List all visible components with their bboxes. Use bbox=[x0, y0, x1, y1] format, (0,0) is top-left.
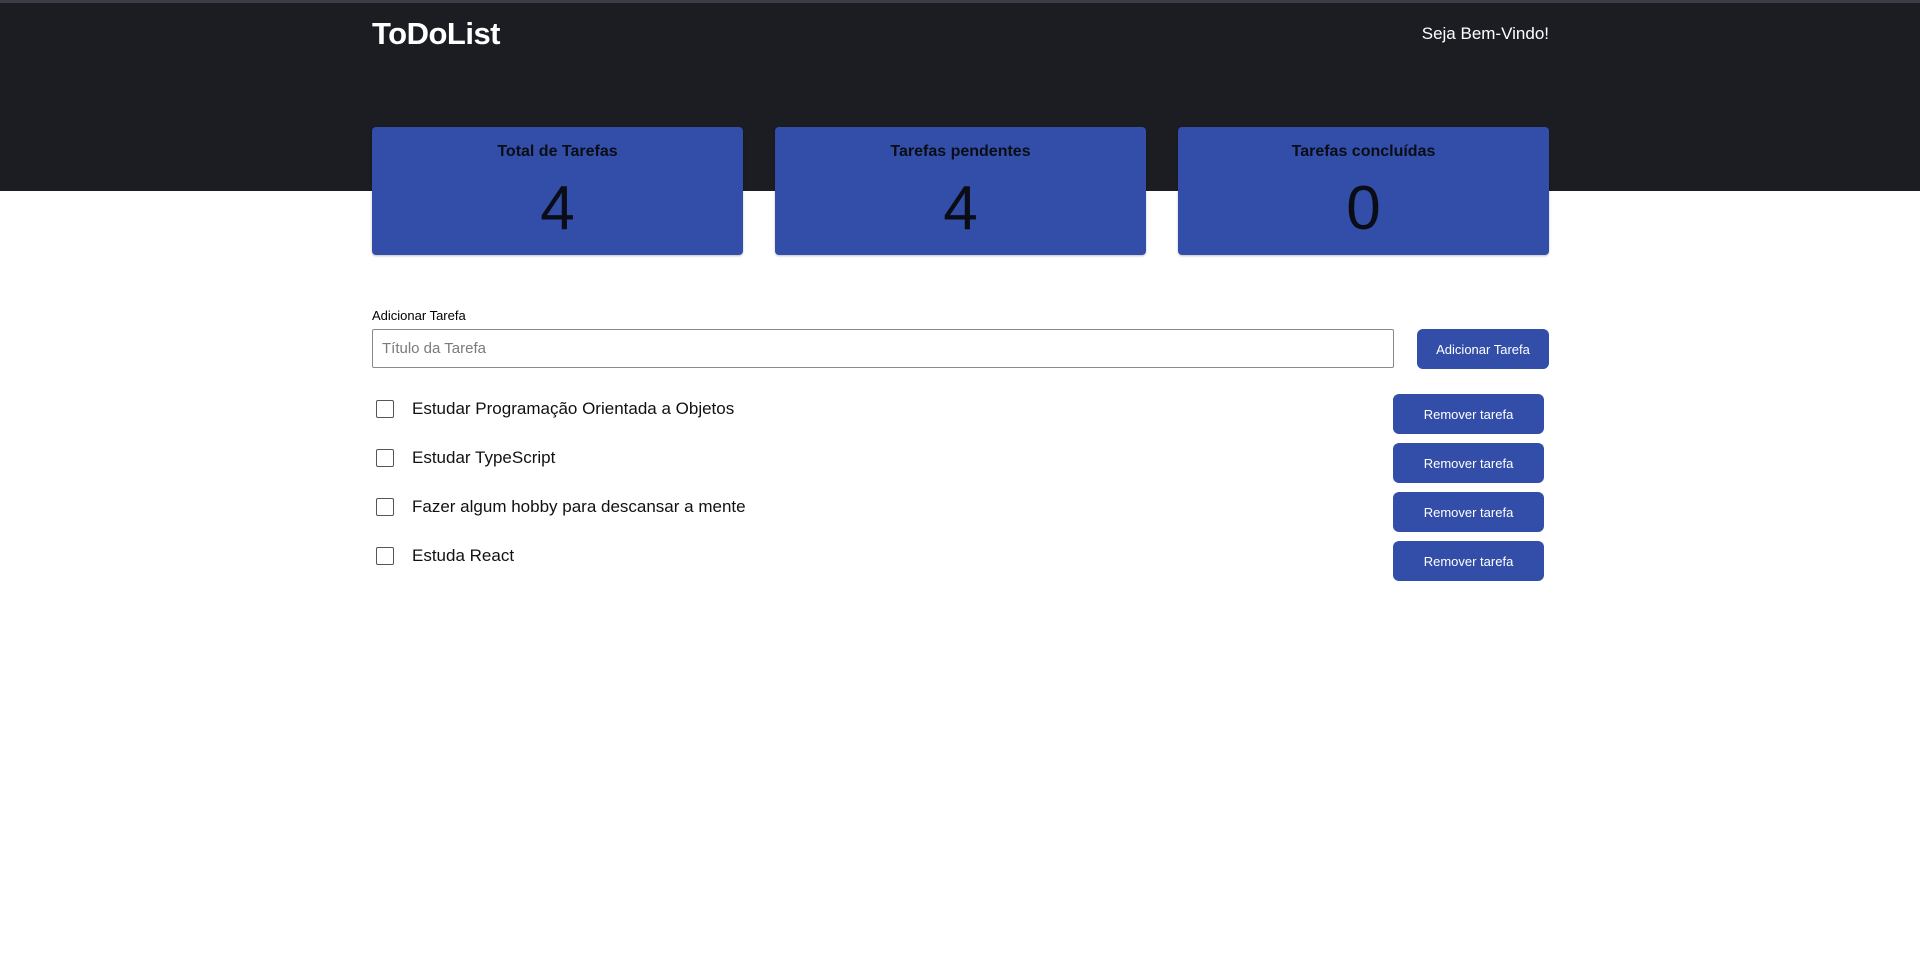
task-title: Estuda React bbox=[412, 546, 515, 565]
task-row: Estudar Programação Orientada a Objetos … bbox=[372, 393, 1549, 442]
task-title-input[interactable] bbox=[372, 329, 1394, 368]
task-list: Estudar Programação Orientada a Objetos … bbox=[372, 393, 1549, 589]
task-row: Estuda React Remover tarefa bbox=[372, 540, 1549, 589]
welcome-message: Seja Bem-Vindo! bbox=[1421, 24, 1549, 43]
add-task-button[interactable]: Adicionar Tarefa bbox=[1417, 329, 1549, 369]
stat-card-completed: Tarefas concluídas 0 bbox=[1178, 127, 1549, 255]
add-task-label: Adicionar Tarefa bbox=[372, 308, 466, 323]
stat-card-total: Total de Tarefas 4 bbox=[372, 127, 743, 255]
task-checkbox[interactable] bbox=[376, 400, 394, 418]
task-checkbox[interactable] bbox=[376, 547, 394, 565]
app-title: ToDoList bbox=[372, 16, 501, 51]
stat-card-value: 4 bbox=[540, 174, 575, 243]
stat-card-label: Tarefas pendentes bbox=[890, 143, 1031, 160]
stat-card-label: Total de Tarefas bbox=[497, 143, 618, 160]
stats-cards: Total de Tarefas 4 Tarefas pendentes 4 T… bbox=[372, 127, 1549, 255]
remove-task-button[interactable]: Remover tarefa bbox=[1393, 394, 1544, 434]
task-row: Estudar TypeScript Remover tarefa bbox=[372, 442, 1549, 491]
task-checkbox[interactable] bbox=[376, 498, 394, 516]
remove-task-button[interactable]: Remover tarefa bbox=[1393, 443, 1544, 483]
task-title: Estudar TypeScript bbox=[412, 448, 556, 467]
stat-card-pending: Tarefas pendentes 4 bbox=[775, 127, 1146, 255]
task-title: Estudar Programação Orientada a Objetos bbox=[412, 399, 735, 418]
remove-task-button[interactable]: Remover tarefa bbox=[1393, 541, 1544, 581]
task-checkbox[interactable] bbox=[376, 449, 394, 467]
stat-card-label: Tarefas concluídas bbox=[1291, 143, 1436, 160]
stat-card-value: 0 bbox=[1346, 174, 1381, 243]
task-title: Fazer algum hobby para descansar a mente bbox=[412, 497, 746, 516]
remove-task-button[interactable]: Remover tarefa bbox=[1393, 492, 1544, 532]
task-row: Fazer algum hobby para descansar a mente… bbox=[372, 491, 1549, 540]
stat-card-value: 4 bbox=[943, 174, 978, 243]
app-container: ToDoList Seja Bem-Vindo! Total de Tarefa… bbox=[372, 0, 1549, 955]
